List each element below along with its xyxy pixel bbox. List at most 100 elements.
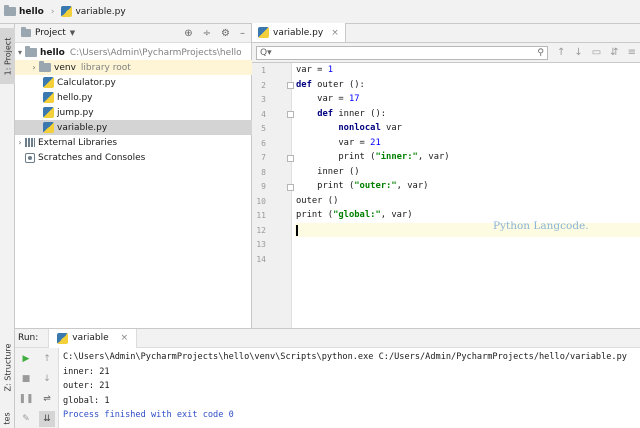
breadcrumb-project[interactable]: hello (19, 7, 44, 17)
code-editor[interactable]: var = 1 def outer (): var = 17 def inner… (295, 63, 640, 328)
project-panel: Project ▼ ⊕ ÷ ⚙ – ▾ hello C:\Users\Admin… (15, 24, 252, 328)
chevron-right-icon[interactable]: › (15, 138, 25, 147)
navigation-bar: hello › variable.py (0, 0, 640, 24)
line-number-gutter: 1 2 3 4 5 6 7 8 9 10 11 12 13 14 (252, 63, 294, 328)
more-options-icon[interactable]: ≡ (628, 47, 636, 58)
code-line: def inner (): (317, 108, 387, 119)
line-number: 4 (261, 109, 266, 119)
stop-icon[interactable]: ■ (18, 371, 34, 387)
structure-tool-window-tab[interactable]: Z: Structure (0, 342, 15, 392)
console-line: outer: 21 (63, 381, 110, 391)
filter-icon[interactable]: ⇵ (610, 47, 618, 58)
run-toolbar: ▶ ↑ ■ ↓ ❚❚ ⇌ ✎ ⇊ (15, 348, 59, 428)
line-number: 2 (261, 80, 266, 90)
project-tab-label: 1: Project (3, 37, 13, 75)
line-number: 3 (261, 95, 266, 104)
select-all-occurrences-icon[interactable]: ▭ (592, 47, 601, 58)
next-occurrence-icon[interactable]: ↓ (574, 47, 582, 58)
tree-item-path: C:\Users\Admin\PycharmProjects\hello (69, 47, 242, 58)
python-file-icon (258, 27, 269, 38)
project-panel-title[interactable]: Project (35, 28, 66, 38)
chevron-right-icon[interactable]: › (29, 63, 39, 72)
tab-variable-py[interactable]: variable.py × (252, 23, 346, 42)
folder-icon (39, 61, 51, 72)
tree-item-label: variable.py (57, 122, 108, 133)
regex-options-icon[interactable]: ⚲ (537, 48, 544, 58)
folder-icon (25, 46, 37, 57)
code-line: outer () (296, 195, 339, 206)
soft-wrap-icon[interactable]: ⇌ (39, 391, 55, 407)
python-file-icon (43, 122, 54, 133)
code-line: var = 1 (296, 65, 334, 75)
fold-marker-icon[interactable] (287, 184, 294, 191)
tree-item-label: Calculator.py (57, 77, 116, 88)
python-file-icon (57, 332, 69, 344)
tree-item-venv[interactable]: › venv library root (15, 60, 252, 75)
code-line: inner () (296, 166, 360, 177)
tree-item-jump[interactable]: jump.py (15, 105, 252, 120)
python-file-icon (43, 92, 54, 103)
fold-marker-icon[interactable] (287, 82, 294, 89)
tree-item-label: hello.py (57, 92, 93, 103)
tree-item-variable[interactable]: variable.py (15, 120, 252, 135)
line-number: 12 (256, 225, 266, 235)
code-line: var = 17 (296, 94, 360, 104)
tree-item-hello-py[interactable]: hello.py (15, 90, 252, 105)
scroll-up-icon[interactable]: ↑ (39, 351, 55, 367)
scroll-to-end-icon[interactable]: ⇊ (39, 411, 55, 427)
scratches-icon (25, 152, 35, 163)
close-icon[interactable]: × (121, 333, 129, 343)
console-output[interactable]: C:\Users\Admin\PycharmProjects\hello\ven… (63, 350, 640, 428)
editor-tabs: variable.py × (252, 23, 640, 43)
favorites-tab-label: tes (2, 411, 12, 425)
tree-item-scratches[interactable]: Scratches and Consoles (15, 150, 252, 165)
python-file-icon (61, 6, 73, 17)
code-line: def outer (): (296, 79, 365, 90)
line-number: 14 (256, 254, 266, 264)
fold-marker-icon[interactable] (287, 111, 294, 118)
collapse-all-icon[interactable]: ÷ (203, 28, 211, 39)
breadcrumb: hello › variable.py (4, 5, 126, 17)
line-number: 6 (261, 138, 266, 148)
tree-item-hello[interactable]: ▾ hello C:\Users\Admin\PycharmProjects\h… (15, 45, 252, 60)
tab-label: variable.py (273, 27, 324, 38)
line-number: 11 (256, 211, 266, 220)
locate-icon[interactable]: ⊕ (184, 28, 192, 39)
structure-tab-label: Z: Structure (3, 343, 12, 391)
project-tool-window-tab[interactable]: 1: Project (0, 28, 15, 84)
line-number: 9 (261, 182, 266, 191)
breadcrumb-file[interactable]: variable.py (75, 7, 125, 17)
tree-item-label: venv (54, 62, 76, 73)
rerun-icon[interactable]: ▶ (18, 351, 34, 367)
pin-icon[interactable]: ✎ (18, 411, 34, 427)
line-number: 5 (261, 124, 266, 133)
run-config-tab[interactable]: variable × (48, 328, 138, 348)
previous-occurrence-icon[interactable]: ↑ (557, 47, 565, 58)
hide-icon[interactable]: – (240, 28, 245, 39)
code-line: print ("inner:", var) (296, 152, 450, 162)
left-tool-strip: 1: Project Z: Structure tes (0, 24, 15, 428)
scroll-down-icon[interactable]: ↓ (39, 371, 55, 387)
search-icon[interactable]: Q▾ (260, 48, 272, 58)
dropdown-icon[interactable]: ▼ (70, 29, 75, 37)
close-icon[interactable]: × (331, 28, 339, 38)
gear-icon[interactable]: ⚙ (221, 28, 230, 39)
favorites-tool-window-tab[interactable]: tes (0, 408, 15, 428)
tree-item-calculator[interactable]: Calculator.py (15, 75, 252, 90)
library-icon (25, 138, 35, 147)
pause-icon[interactable]: ❚❚ (18, 391, 34, 407)
run-panel-header: Run: variable × (15, 328, 640, 348)
run-label: Run: (18, 333, 39, 343)
chevron-down-icon[interactable]: ▾ (15, 48, 25, 57)
search-input[interactable]: Q▾ ⚲ (256, 45, 548, 60)
tree-item-label: hello (40, 47, 65, 58)
find-bar: Q▾ ⚲ ↑ ↓ ▭ ⇵ ≡ (252, 43, 640, 63)
line-number: 10 (256, 196, 266, 206)
tree-item-external-libraries[interactable]: › External Libraries (15, 135, 252, 150)
fold-marker-icon[interactable] (287, 155, 294, 162)
console-line: inner: 21 (63, 366, 110, 377)
console-line: C:\Users\Admin\PycharmProjects\hello\ven… (63, 352, 627, 362)
project-icon (21, 27, 31, 37)
